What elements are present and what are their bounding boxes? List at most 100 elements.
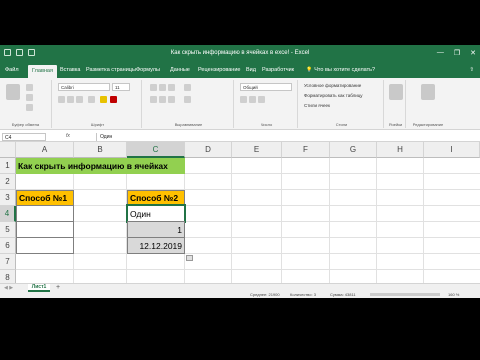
group-alignment: Выравнивание	[144, 80, 234, 128]
row-header-8[interactable]: 8	[0, 270, 16, 283]
row-header-4[interactable]: 4	[0, 206, 16, 222]
row-header-3[interactable]: 3	[0, 190, 16, 206]
format-painter-icon[interactable]	[26, 104, 33, 111]
fx-icon[interactable]: fx	[66, 133, 70, 139]
close-icon[interactable]: ✕	[470, 49, 476, 57]
group-number: Общий Число	[236, 80, 298, 128]
tab-formulas[interactable]: Формулы	[136, 67, 160, 73]
title-bar: Как скрыть информацию в ячейках в exce! …	[0, 45, 480, 63]
tab-data[interactable]: Данные	[170, 67, 190, 73]
cell-a3[interactable]: Способ №1	[16, 190, 74, 206]
tab-developer[interactable]: Разработчик	[262, 67, 294, 73]
gridline	[16, 237, 480, 238]
merge-icon[interactable]	[184, 96, 191, 103]
comma-icon[interactable]	[258, 96, 265, 103]
formula-input[interactable]: Один	[96, 133, 476, 141]
sheet-nav-icon[interactable]: ◀ ▶	[4, 285, 13, 291]
align-center-icon[interactable]	[159, 96, 166, 103]
group-font: Calibri 11 Шрифт	[54, 80, 142, 128]
align-bottom-icon[interactable]	[168, 84, 175, 91]
group-styles: Условное форматирование Форматировать ка…	[300, 80, 384, 128]
gridline	[16, 205, 480, 206]
column-header-d[interactable]: D	[185, 142, 232, 158]
minimize-icon[interactable]: —	[437, 49, 444, 57]
tab-page-layout[interactable]: Разметка страницы	[86, 67, 136, 73]
currency-icon[interactable]	[240, 96, 247, 103]
cut-icon[interactable]	[26, 84, 33, 91]
group-label: Выравнивание	[174, 122, 203, 127]
add-sheet-button[interactable]: +	[54, 284, 62, 292]
borders-icon[interactable]	[88, 96, 95, 103]
fill-color-icon[interactable]	[100, 96, 107, 103]
tab-review[interactable]: Рецензирование	[198, 67, 240, 73]
cell-c4[interactable]: Один	[126, 204, 186, 223]
column-header-c[interactable]: C	[127, 142, 185, 158]
row-header-6[interactable]: 6	[0, 238, 16, 254]
tab-insert[interactable]: Вставка	[60, 67, 80, 73]
underline-icon[interactable]	[76, 96, 83, 103]
group-clipboard: Буфер обмена	[0, 80, 52, 128]
cell-a1[interactable]: Как скрыть информацию в ячейках	[16, 158, 185, 174]
row-header-5[interactable]: 5	[0, 222, 16, 238]
worksheet-grid[interactable]: A B C D E F G H I 1 2 3 4 5 6 7 8 Как ск…	[0, 142, 480, 283]
cell-styles-button[interactable]: Стили ячеек	[304, 103, 330, 108]
bold-icon[interactable]	[58, 96, 65, 103]
align-top-icon[interactable]	[150, 84, 157, 91]
format-as-table-button[interactable]: Форматировать как таблицу	[304, 93, 363, 98]
cell-c3[interactable]: Способ №2	[127, 190, 185, 206]
find-icon[interactable]	[421, 84, 435, 100]
conditional-formatting-button[interactable]: Условное форматирование	[304, 83, 361, 88]
cells-icon[interactable]	[389, 84, 403, 100]
share-icon[interactable]: ⇧	[469, 67, 474, 73]
cell-a4[interactable]	[16, 205, 74, 222]
column-header-e[interactable]: E	[232, 142, 282, 158]
sheet-tabs-bar: ◀ ▶ Лист1 +	[0, 283, 480, 292]
column-header-g[interactable]: G	[330, 142, 377, 158]
zoom-slider[interactable]	[370, 293, 440, 296]
paste-icon[interactable]	[6, 84, 20, 100]
column-header-b[interactable]: B	[74, 142, 127, 158]
cell-c6[interactable]: 12.12.2019	[127, 237, 185, 254]
tab-view[interactable]: Вид	[246, 67, 256, 73]
percent-icon[interactable]	[249, 96, 256, 103]
row-header-2[interactable]: 2	[0, 174, 16, 190]
column-header-i[interactable]: I	[424, 142, 480, 158]
group-cells: Ячейки	[386, 80, 406, 128]
gridline	[16, 253, 480, 254]
align-right-icon[interactable]	[168, 96, 175, 103]
column-header-a[interactable]: A	[16, 142, 74, 158]
status-count: Количество: 3	[290, 292, 316, 297]
sheet-tab[interactable]: Лист1	[28, 284, 50, 292]
group-label: Буфер обмена	[11, 122, 40, 127]
row-header-1[interactable]: 1	[0, 158, 16, 174]
cell-a6[interactable]	[16, 237, 74, 254]
select-all-corner[interactable]	[0, 142, 16, 158]
quick-analysis-icon[interactable]	[186, 255, 193, 261]
group-label: Ячейки	[388, 122, 403, 127]
window-controls: — ❐ ✕	[437, 49, 476, 57]
zoom-level[interactable]: 160 %	[448, 292, 459, 297]
cell-a5[interactable]	[16, 221, 74, 238]
wrap-text-icon[interactable]	[184, 84, 191, 91]
align-middle-icon[interactable]	[159, 84, 166, 91]
italic-icon[interactable]	[67, 96, 74, 103]
tab-file[interactable]: Файл	[5, 67, 19, 73]
copy-icon[interactable]	[26, 94, 33, 101]
font-size-select[interactable]: 11	[112, 83, 130, 91]
tell-me-search[interactable]: Что вы хотите сделать?	[306, 67, 375, 73]
status-bar: Среднее: 21900 Количество: 3 Сумма: 4381…	[0, 292, 480, 298]
ribbon-home: Буфер обмена Calibri 11 Шрифт Выравниван…	[0, 78, 480, 130]
column-header-f[interactable]: F	[282, 142, 330, 158]
column-header-h[interactable]: H	[377, 142, 424, 158]
row-header-7[interactable]: 7	[0, 254, 16, 270]
number-format-select[interactable]: Общий	[240, 83, 292, 91]
align-left-icon[interactable]	[150, 96, 157, 103]
cell-c5[interactable]: 1	[127, 221, 185, 238]
excel-window: Как скрыть информацию в ячейках в exce! …	[0, 45, 480, 298]
name-box[interactable]: C4	[2, 133, 46, 141]
font-name-select[interactable]: Calibri	[58, 83, 110, 91]
restore-icon[interactable]: ❐	[454, 49, 460, 57]
group-label: Шрифт	[90, 122, 105, 127]
tab-home[interactable]: Главная	[28, 65, 57, 78]
font-color-icon[interactable]	[110, 96, 117, 103]
